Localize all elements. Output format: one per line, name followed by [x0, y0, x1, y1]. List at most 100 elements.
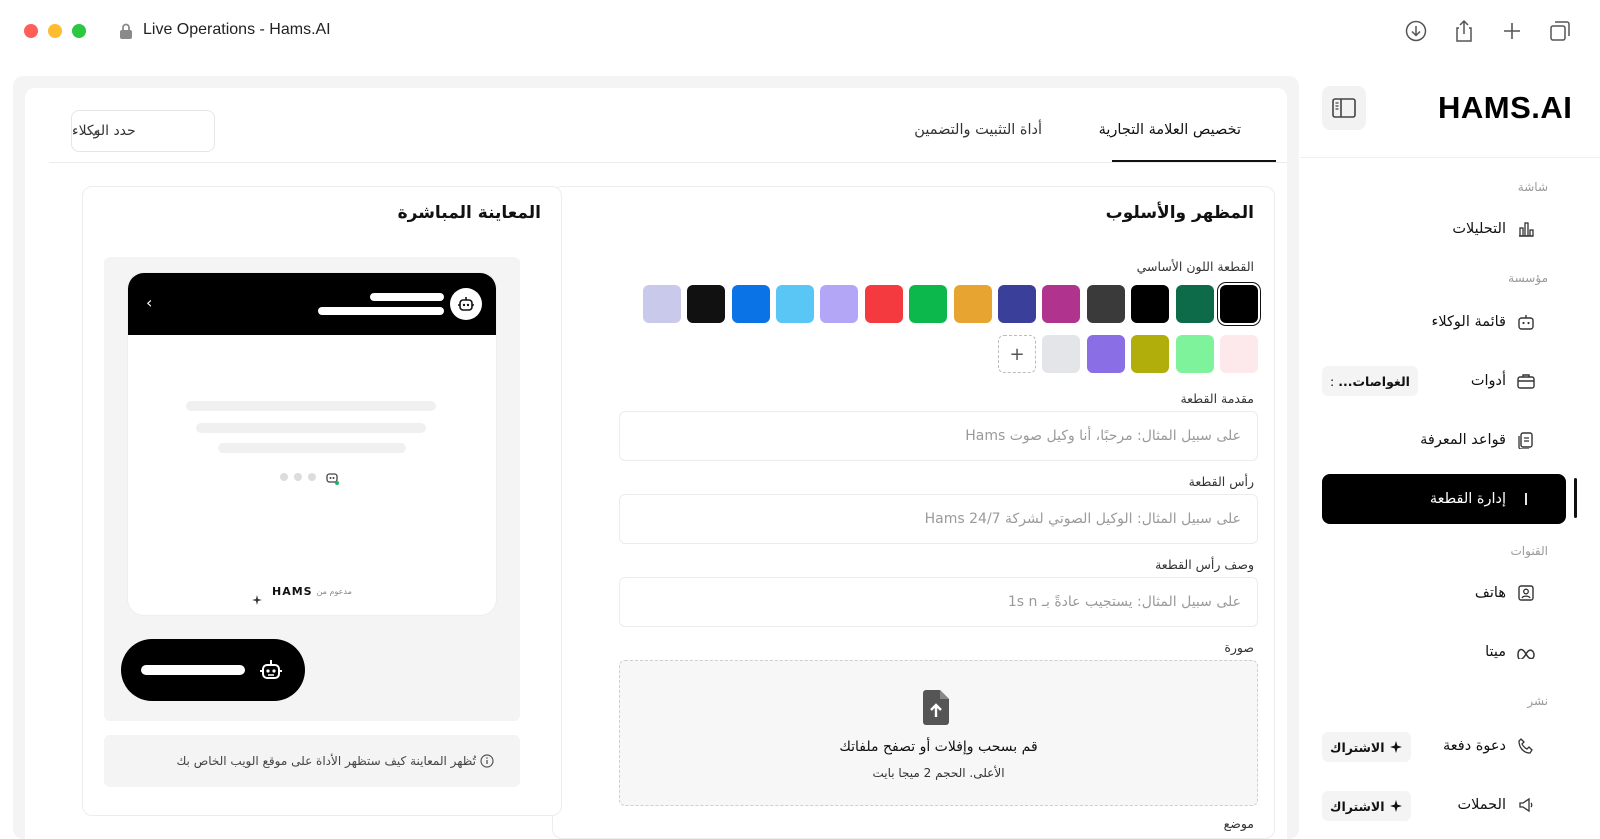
phone-call-icon [1516, 736, 1536, 756]
skeleton-line [186, 401, 436, 411]
sidebar-item-label: ميتا [1485, 644, 1506, 660]
appearance-panel: المظهر والأسلوب القطعة اللون الأساسي + م… [552, 186, 1275, 839]
subscribe-badge[interactable]: الاشتراك [1322, 732, 1411, 762]
color-swatch[interactable] [1220, 335, 1258, 373]
window-titlebar: Live Operations - Hams.AI [0, 0, 1600, 64]
widget-header: ‹ [128, 273, 496, 335]
brand-logo: HAMS.AI [1438, 90, 1573, 125]
maximize-window-button[interactable] [72, 24, 86, 38]
sidebar-item-label: إدارة القطعة [1429, 491, 1506, 507]
widget-launcher-button[interactable] [121, 639, 305, 701]
share-icon[interactable] [1451, 18, 1477, 44]
color-swatch[interactable] [1042, 285, 1081, 323]
color-swatch[interactable] [820, 285, 859, 323]
subscribe-badge[interactable]: الاشتراك [1322, 791, 1411, 821]
typing-dot [308, 473, 316, 481]
widget-subtitle-placeholder [318, 307, 444, 315]
color-swatch[interactable] [1220, 285, 1258, 323]
color-swatch[interactable] [1042, 335, 1081, 373]
sidebar-item-label: قائمة الوكلاء [1431, 314, 1506, 330]
color-swatch[interactable] [776, 285, 814, 323]
section-publish: نشر [1527, 694, 1548, 708]
header-desc-label: وصف رأس القطعة [1155, 557, 1254, 572]
skeleton-line [218, 443, 406, 453]
dropzone-title: قم بسحب وإفلات أو تصفح ملفاتك [839, 739, 1038, 755]
section-screen: شاشة [1517, 180, 1548, 194]
add-color-button[interactable]: + [998, 335, 1036, 373]
tabs-overview-icon[interactable] [1547, 18, 1573, 44]
download-icon[interactable] [1403, 18, 1429, 44]
section-org: مؤسسة [1508, 271, 1548, 285]
sidebar-item-label: أدوات [1470, 373, 1506, 389]
tab-install-embed[interactable]: أداة التثبيت والتضمين [914, 122, 1042, 138]
sidebar-icon [1332, 98, 1356, 118]
sidebar-toggle-button[interactable] [1322, 86, 1366, 130]
typing-dot [280, 473, 288, 481]
image-dropzone[interactable]: قم بسحب وإفلات أو تصفح ملفاتك الأعلى. ال… [619, 660, 1258, 806]
sparkle-icon [1389, 800, 1402, 812]
sidebar-item-label: هاتف [1474, 585, 1506, 601]
sparkle-icon [1389, 741, 1402, 753]
sidebar-item-knowledge[interactable]: قواعد المعرفة [1322, 415, 1566, 465]
main-panel: تخصيص العلامة التجارية أداة التثبيت والت… [25, 88, 1287, 839]
color-swatch[interactable] [864, 285, 903, 323]
tools-chip-label: الغواصات... [1338, 373, 1410, 389]
file-upload-icon [923, 690, 949, 725]
main-content-area: تخصيص العلامة التجارية أداة التثبيت والت… [13, 76, 1299, 839]
color-swatch[interactable] [642, 285, 681, 323]
window-title: Live Operations - Hams.AI [143, 21, 331, 38]
color-swatch[interactable] [1131, 335, 1170, 373]
color-swatch[interactable] [998, 285, 1036, 323]
color-swatch[interactable] [1086, 285, 1125, 323]
color-swatch[interactable] [687, 285, 726, 323]
active-indicator-rail [1574, 478, 1577, 518]
tools-chip[interactable]: الغواصات...: [1322, 366, 1418, 396]
color-swatch[interactable] [731, 285, 770, 323]
lock-icon [120, 23, 132, 39]
section-channels: القنوات [1510, 544, 1548, 558]
bot-avatar-icon [450, 288, 482, 320]
launcher-label-placeholder [141, 665, 245, 675]
briefcase-icon [1516, 371, 1536, 391]
new-tab-icon[interactable] [1499, 18, 1525, 44]
intro-input[interactable]: على سبيل المثال: مرحبًا، أنا وكيل صوت Ha… [619, 411, 1258, 461]
widget-title-placeholder [370, 293, 444, 301]
image-label: صورة [1224, 640, 1254, 655]
color-swatch[interactable] [1175, 285, 1214, 323]
sidebar-item-analytics[interactable]: التحليلات [1322, 204, 1566, 254]
chart-icon [1516, 219, 1536, 239]
sidebar-item-label: قواعد المعرفة [1420, 432, 1506, 448]
color-swatch[interactable] [953, 285, 992, 323]
preview-note: تُظهر المعاينة كيف ستظهر الأداة على موقع… [104, 735, 520, 787]
documents-icon [1516, 430, 1536, 450]
cursor-icon [1516, 489, 1536, 509]
tab-branding[interactable]: تخصيص العلامة التجارية [1099, 122, 1241, 138]
position-label: موضع [1223, 816, 1254, 831]
powered-by: مدعوم من HAMS [272, 585, 352, 598]
close-window-button[interactable] [24, 24, 38, 38]
widget-preview-window: ‹ مدعوم من HAMS [128, 273, 496, 615]
color-swatch[interactable] [1175, 335, 1214, 373]
tabs-divider [49, 162, 1287, 163]
agent-select-dropdown[interactable]: حدد الوكلاء [71, 110, 215, 152]
dropzone-subtitle: الأعلى. الحجم 2 ميجا بايت [872, 766, 1005, 780]
header-label: رأس القطعة [1188, 474, 1254, 489]
sidebar-item-widget[interactable]: إدارة القطعة [1322, 474, 1566, 524]
skeleton-line [196, 423, 426, 433]
color-swatch[interactable] [1131, 285, 1170, 323]
header-desc-placeholder: على سبيل المثال: يستجيب عادةً بـ 1s n [1007, 594, 1241, 610]
sparkle-icon [252, 595, 262, 605]
typing-dot [294, 473, 302, 481]
sidebar-item-label: الحملات [1457, 797, 1507, 813]
bot-launcher-icon [260, 660, 282, 679]
color-swatch[interactable] [1086, 335, 1125, 373]
color-swatch[interactable] [909, 285, 948, 323]
header-input[interactable]: على سبيل المثال: الوكيل الصوتي لشركة Ham… [619, 494, 1258, 544]
sidebar-item-agents[interactable]: قائمة الوكلاء [1322, 297, 1566, 347]
header-desc-input[interactable]: على سبيل المثال: يستجيب عادةً بـ 1s n [619, 577, 1258, 627]
sidebar-item-phone[interactable]: هاتف [1322, 568, 1566, 618]
robot-icon [1516, 312, 1536, 332]
header-placeholder: على سبيل المثال: الوكيل الصوتي لشركة Ham… [924, 511, 1241, 527]
sidebar-item-meta[interactable]: ميتا [1322, 627, 1566, 677]
minimize-window-button[interactable] [48, 24, 62, 38]
